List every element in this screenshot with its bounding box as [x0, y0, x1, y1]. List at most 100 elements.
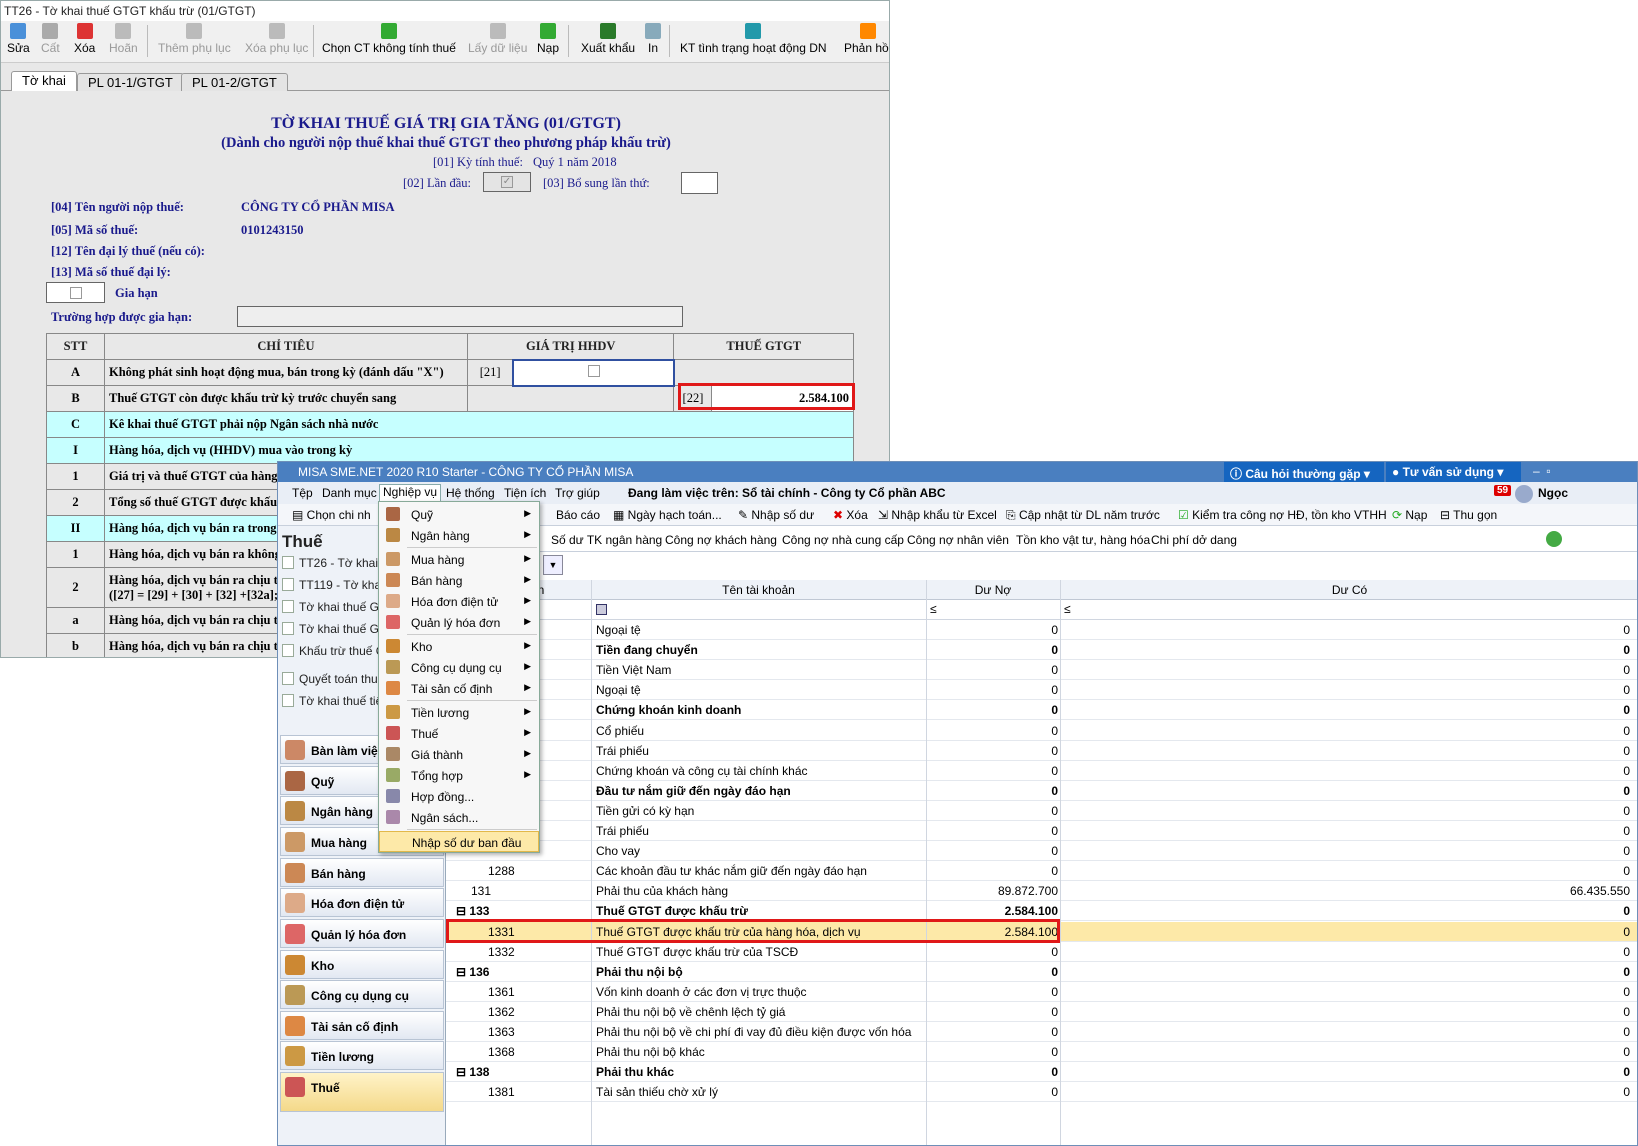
menu-item[interactable]: Hợp đồng... — [379, 786, 539, 807]
tax-form-item[interactable]: Khấu trừ thuế G — [282, 644, 385, 658]
table-row[interactable]: Cổ phiếu 0 0 — [446, 721, 1637, 741]
undo-button[interactable]: Hoãn — [109, 23, 138, 55]
table-row[interactable]: Ngoại tệ 0 0 — [446, 680, 1637, 701]
menu-tien-ich[interactable]: Tiện ích — [504, 486, 546, 500]
menu-item[interactable]: Mua hàng ▶ — [379, 549, 539, 570]
debit-value[interactable]: 0 — [928, 824, 1058, 838]
enter-balance-button[interactable]: ✎ Nhập số dư — [738, 508, 814, 522]
edit-button[interactable]: Sửa — [7, 23, 30, 55]
menu-danh-muc[interactable]: Danh mục — [322, 486, 377, 500]
check-status-button[interactable]: KT tình trạng hoạt động DN — [680, 23, 827, 55]
table-row[interactable]: 1362 Phải thu nội bộ về chênh lệch tỷ giá… — [446, 1002, 1637, 1022]
tab-to-khai[interactable]: Tờ khai — [11, 71, 77, 91]
debit-value[interactable]: 0 — [928, 1085, 1058, 1099]
supplement-input[interactable] — [681, 172, 718, 194]
nav-quan-ly-hoa-don[interactable]: Quản lý hóa đơn — [280, 919, 444, 948]
debit-value[interactable]: 0 — [928, 683, 1058, 697]
credit-value[interactable]: 0 — [1064, 844, 1630, 858]
debit-value[interactable]: 0 — [928, 864, 1058, 878]
debit-value[interactable]: 0 — [928, 804, 1058, 818]
tab-bank-balance[interactable]: Số dư TK ngân hàng — [551, 533, 662, 547]
debit-value[interactable]: 0 — [928, 643, 1058, 657]
tab-pl-01-2[interactable]: PL 01-2/GTGT — [181, 73, 288, 91]
credit-value[interactable]: 0 — [1064, 703, 1630, 717]
table-row[interactable]: Chứng khoán kinh doanh 0 0 — [446, 700, 1637, 721]
table-row[interactable]: Trái phiếu 0 0 — [446, 741, 1637, 761]
tab-employee-debt[interactable]: Công nợ nhân viên — [907, 533, 1009, 547]
credit-value[interactable]: 0 — [1064, 1045, 1630, 1059]
debit-value[interactable]: 0 — [928, 965, 1058, 979]
report-button[interactable]: Báo cáo — [556, 508, 600, 522]
table-row[interactable]: Ngoại tệ 0 0 — [446, 620, 1637, 640]
debit-value[interactable]: 0 — [928, 764, 1058, 778]
tab-inventory[interactable]: Tồn kho vật tư, hàng hóa — [1016, 533, 1150, 547]
menu-item[interactable]: Kho ▶ — [379, 636, 539, 657]
credit-filter[interactable]: ≤ — [1064, 602, 1071, 616]
credit-value[interactable]: 0 — [1064, 965, 1630, 979]
credit-value[interactable]: 0 — [1064, 784, 1630, 798]
user-name[interactable]: Ngọc — [1538, 486, 1568, 500]
table-row[interactable]: Đầu tư nắm giữ đến ngày đáo hạn 0 0 — [446, 781, 1637, 801]
debit-value[interactable]: 2.584.100 — [928, 904, 1058, 918]
credit-value[interactable]: 0 — [1064, 945, 1630, 959]
tax-form-item[interactable]: Tờ khai thuế GT — [282, 600, 386, 614]
menu-item[interactable]: Tổng hợp ▶ — [379, 765, 539, 786]
menu-he-thong[interactable]: Hệ thống — [446, 486, 495, 500]
faq-button[interactable]: ⓘ Câu hỏi thường gặp ▾ — [1224, 462, 1384, 482]
add-appendix-button[interactable]: Thêm phụ lục — [158, 23, 231, 55]
nav-tien-luong[interactable]: Tiền lương — [280, 1041, 444, 1070]
credit-value[interactable]: 0 — [1064, 804, 1630, 818]
table-row[interactable]: 1363 Phải thu nội bộ về chi phí đi vay đủ… — [446, 1022, 1637, 1042]
menu-item[interactable]: Tài sản cố định ▶ — [379, 678, 539, 699]
table-row[interactable]: Cho vay 0 0 — [446, 841, 1637, 862]
table-row[interactable]: Chứng khoán và công cụ tài chính khác 0 0 — [446, 761, 1637, 781]
no-activity-checkbox[interactable] — [587, 364, 600, 377]
import-excel-button[interactable]: ⇲ Nhập khẩu từ Excel — [878, 508, 997, 522]
tax-form-item[interactable]: Quyết toán thuế — [282, 672, 384, 686]
menu-item[interactable]: Ngân hàng ▶ — [379, 525, 539, 546]
first-checkbox[interactable]: ✓ — [501, 176, 513, 188]
table-row[interactable]: Tiền đang chuyển 0 0 — [446, 640, 1637, 661]
menu-item[interactable]: Bán hàng ▶ — [379, 570, 539, 591]
choose-ct-button[interactable]: Chọn CT không tính thuế — [322, 23, 456, 55]
tax-form-item[interactable]: TT26 - Tờ khai — [282, 556, 378, 570]
menu-item[interactable]: Quỹ ▶ — [379, 504, 539, 525]
credit-value[interactable]: 0 — [1064, 623, 1630, 637]
nav-cong-cu-dung-cu[interactable]: Công cụ dụng cụ — [280, 980, 444, 1009]
credit-value[interactable]: 0 — [1064, 683, 1630, 697]
menu-item[interactable]: Quản lý hóa đơn ▶ — [379, 612, 539, 633]
nav-tai-san-co-dinh[interactable]: Tài sản cố định — [280, 1011, 444, 1040]
settings-icon[interactable] — [1546, 531, 1562, 547]
debit-value[interactable]: 0 — [928, 724, 1058, 738]
debit-value[interactable]: 0 — [928, 1045, 1058, 1059]
check-debt-button[interactable]: ☑ Kiểm tra công nợ HĐ, tồn kho VTHH — [1178, 508, 1387, 522]
credit-value[interactable]: 0 — [1064, 925, 1630, 939]
debit-value[interactable]: 0 — [928, 703, 1058, 717]
menu-tep[interactable]: Tệp — [292, 486, 313, 500]
debit-value[interactable]: 0 — [928, 744, 1058, 758]
debit-value[interactable]: 0 — [928, 1005, 1058, 1019]
delete-appendix-button[interactable]: Xóa phụ lục — [245, 23, 308, 55]
menu-item[interactable]: Tiền lương ▶ — [379, 702, 539, 723]
debit-value[interactable]: 0 — [928, 945, 1058, 959]
save-button[interactable]: Cất — [41, 23, 60, 55]
menu-item[interactable]: Thuế ▶ — [379, 723, 539, 744]
credit-value[interactable]: 0 — [1064, 864, 1630, 878]
table-row[interactable]: 1332 Thuế GTGT được khấu trừ của TSCĐ 0 0 — [446, 942, 1637, 962]
table-row[interactable]: 1288 Các khoản đầu tư khác nắm giữ đến ng… — [446, 861, 1637, 882]
credit-value[interactable]: 0 — [1064, 1065, 1630, 1079]
table-row[interactable]: 131 Phải thu của khách hàng 89.872.700 66.4… — [446, 881, 1637, 902]
menu-item[interactable]: Công cụ dụng cụ ▶ — [379, 657, 539, 678]
table-row[interactable]: 1381 Tài sản thiếu chờ xử lý 0 0 — [446, 1082, 1637, 1103]
menu-tro-giup[interactable]: Trợ giúp — [555, 486, 600, 500]
notification-badge[interactable]: 59 — [1494, 485, 1512, 496]
table-row[interactable]: Trái phiếu 0 0 — [446, 821, 1637, 841]
update-prev-year-button[interactable]: ⎘ Cập nhật từ DL năm trước — [1006, 508, 1160, 523]
credit-value[interactable]: 0 — [1064, 1025, 1630, 1039]
branch-button[interactable]: ▤ Chọn chi nh — [292, 508, 371, 522]
table-row[interactable]: ⊟ 138 Phải thu khác 0 0 — [446, 1062, 1637, 1083]
dropdown-arrow[interactable]: ▼ — [543, 555, 563, 575]
posting-date-button[interactable]: ▦ Ngày hạch toán... — [613, 508, 722, 522]
reload-button[interactable]: ⟳ Nạp — [1392, 508, 1427, 522]
credit-value[interactable]: 0 — [1064, 724, 1630, 738]
